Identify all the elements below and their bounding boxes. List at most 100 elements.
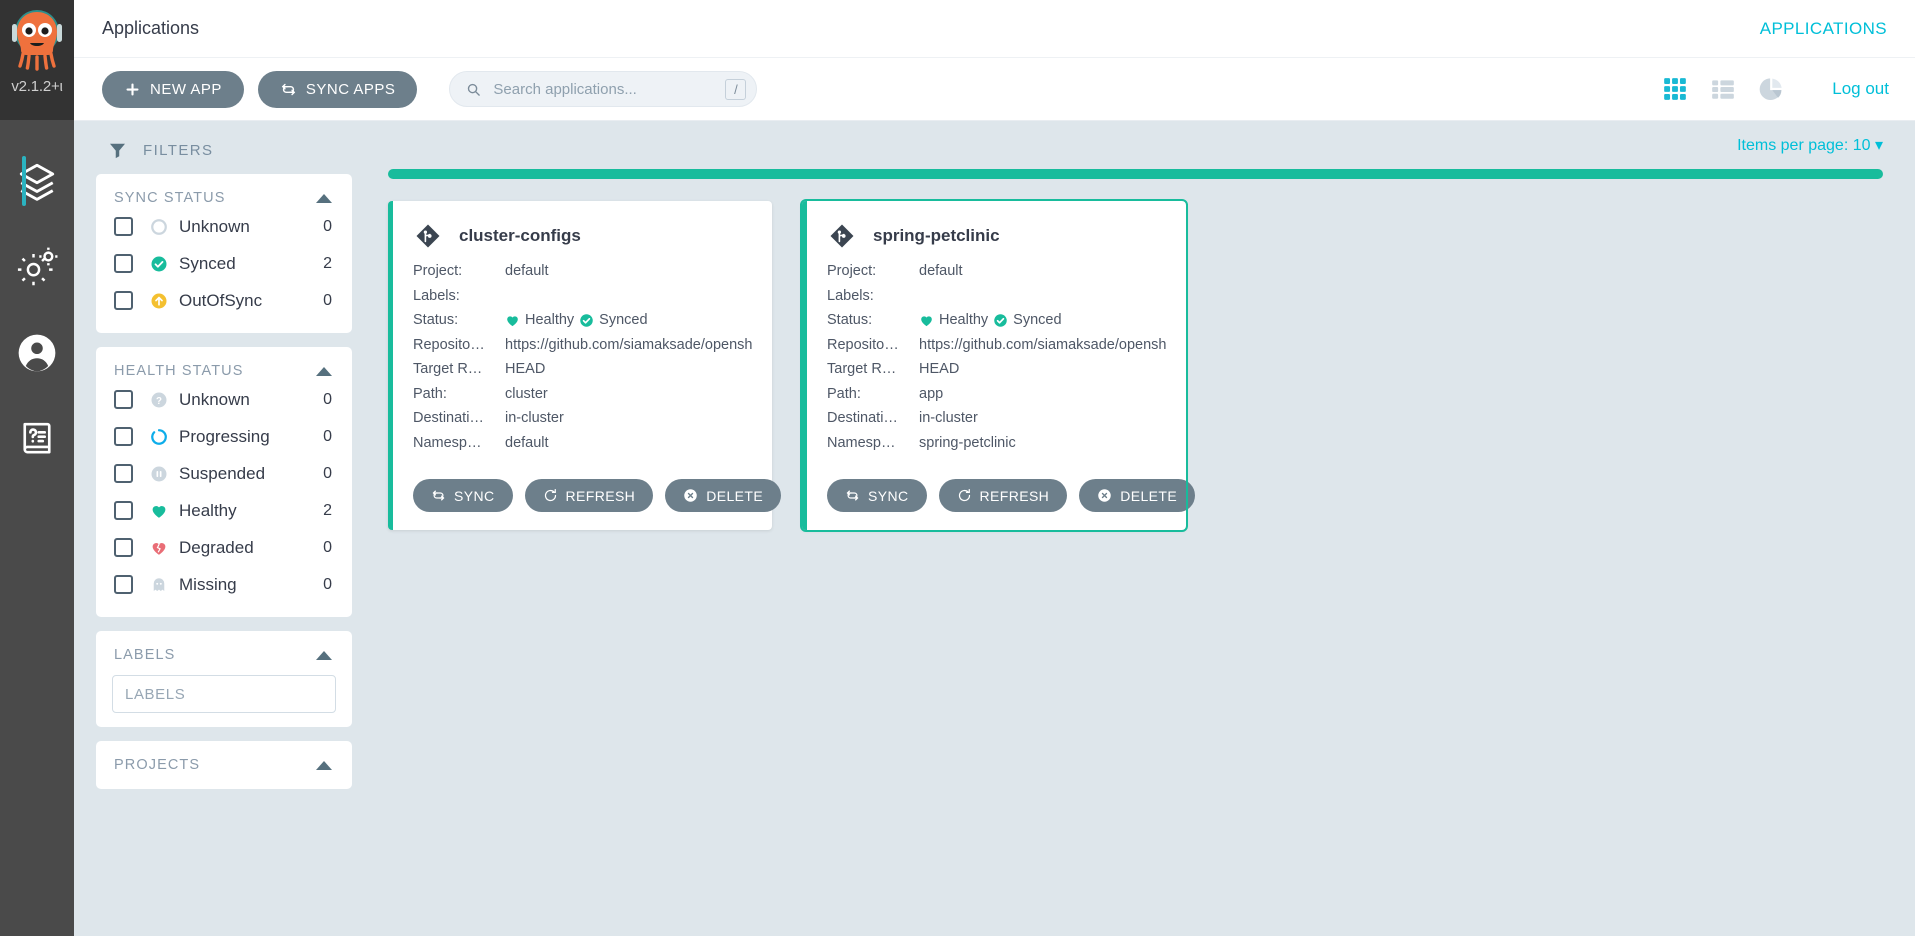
- new-app-button[interactable]: NEW APP: [102, 71, 244, 108]
- filter-row-health-healthy[interactable]: Healthy 2: [112, 492, 336, 529]
- topbar: Applications APPLICATIONS: [74, 0, 1915, 58]
- filter-count: 2: [323, 502, 336, 520]
- list-view-button[interactable]: [1710, 76, 1736, 102]
- filter-row-health-missing[interactable]: Missing 0: [112, 566, 336, 603]
- filter-count: 0: [323, 576, 336, 594]
- card-header: cluster-configs: [413, 219, 752, 259]
- health-status-header: HEALTH STATUS: [112, 361, 336, 381]
- key-target-revision: Target R…: [413, 361, 505, 377]
- key-path: Path:: [413, 386, 505, 402]
- card-row-status: Status: Healthy Synced: [827, 308, 1166, 333]
- value-namespace: spring-petclinic: [919, 435, 1016, 451]
- filter-row-sync-synced[interactable]: Synced 2: [112, 245, 336, 282]
- card-row-destination: Destinati… in-cluster: [827, 406, 1166, 431]
- nav-item-settings[interactable]: [0, 224, 74, 310]
- plus-icon: [124, 81, 141, 98]
- logout-link[interactable]: Log out: [1832, 79, 1889, 99]
- tiles-view-button[interactable]: [1662, 76, 1688, 102]
- value-repository: https://github.com/siamaksade/openshif…: [505, 337, 752, 353]
- search-box[interactable]: /: [449, 71, 757, 107]
- card-row-status: Status: Healthy Synced: [413, 308, 752, 333]
- applications-content: Items per page: 10 ▾ clus: [374, 121, 1915, 936]
- filter-row-sync-unknown[interactable]: Unknown 0: [112, 208, 336, 245]
- filter-row-health-degraded[interactable]: Degraded 0: [112, 529, 336, 566]
- left-navbar: v2.1.2+ι: [0, 0, 74, 936]
- checkbox-health-suspended[interactable]: [114, 464, 133, 483]
- labels-filter-card: LABELS: [96, 631, 352, 727]
- checkbox-health-missing[interactable]: [114, 575, 133, 594]
- key-status: Status:: [827, 312, 919, 328]
- projects-header: PROJECTS: [112, 755, 336, 775]
- sync-status-collapse-toggle[interactable]: [316, 194, 332, 203]
- delete-button-label: DELETE: [706, 488, 763, 504]
- circle-spinner-blue-icon: [150, 428, 168, 446]
- sync-apps-button[interactable]: SYNC APPS: [258, 71, 418, 108]
- refresh-button[interactable]: REFRESH: [525, 479, 654, 512]
- sync-apps-label: SYNC APPS: [306, 81, 396, 98]
- filter-row-health-suspended[interactable]: Suspended 0: [112, 455, 336, 492]
- sync-button-label: SYNC: [454, 488, 495, 504]
- version-label: v2.1.2+ι: [0, 78, 74, 95]
- health-progress-strip: [388, 169, 1883, 179]
- projects-title: PROJECTS: [114, 757, 200, 773]
- delete-button[interactable]: DELETE: [665, 479, 781, 512]
- checkbox-health-healthy[interactable]: [114, 501, 133, 520]
- card-row-repository: Reposito… https://github.com/siamaksade/…: [413, 333, 752, 358]
- application-card[interactable]: spring-petclinic Project: default Labels…: [802, 201, 1186, 530]
- checkbox-sync-unknown[interactable]: [114, 217, 133, 236]
- filters-title: FILTERS: [143, 142, 213, 159]
- filter-count: 0: [323, 539, 336, 557]
- chevron-down-icon: ▾: [1875, 137, 1883, 154]
- key-namespace: Namesp…: [827, 435, 919, 451]
- delete-circle-icon: [1097, 488, 1112, 503]
- key-labels: Labels:: [827, 288, 919, 304]
- sync-button[interactable]: SYNC: [827, 479, 927, 512]
- nav-item-user-info[interactable]: [0, 310, 74, 396]
- labels-input[interactable]: [112, 675, 336, 713]
- checkbox-sync-synced[interactable]: [114, 254, 133, 273]
- checkbox-sync-outofsync[interactable]: [114, 291, 133, 310]
- filter-count: 0: [323, 428, 336, 446]
- delete-button[interactable]: DELETE: [1079, 479, 1195, 512]
- projects-collapse-toggle[interactable]: [316, 761, 332, 770]
- logo-block[interactable]: v2.1.2+ι: [0, 0, 74, 120]
- checkbox-health-unknown[interactable]: [114, 390, 133, 409]
- value-path: app: [919, 386, 943, 402]
- toolbar: NEW APP SYNC APPS /: [74, 58, 1915, 121]
- card-header: spring-petclinic: [827, 219, 1166, 259]
- application-card[interactable]: cluster-configs Project: default Labels:…: [388, 201, 772, 530]
- nav-items: [0, 138, 74, 482]
- grid-tiles-icon: [1662, 76, 1688, 102]
- search-input[interactable]: [481, 81, 725, 98]
- application-cards: cluster-configs Project: default Labels:…: [382, 179, 1889, 530]
- argo-octopus-logo: [6, 4, 68, 76]
- checkbox-health-progressing[interactable]: [114, 427, 133, 446]
- card-row-repository: Reposito… https://github.com/siamaksade/…: [827, 333, 1166, 358]
- pause-circle-gray-icon: [150, 465, 168, 483]
- refresh-button[interactable]: REFRESH: [939, 479, 1068, 512]
- git-repo-icon: [415, 223, 441, 249]
- checkbox-health-degraded[interactable]: [114, 538, 133, 557]
- labels-collapse-toggle[interactable]: [316, 651, 332, 660]
- sync-button[interactable]: SYNC: [413, 479, 513, 512]
- delete-circle-icon: [683, 488, 698, 503]
- filter-row-sync-outofsync[interactable]: OutOfSync 0: [112, 282, 336, 319]
- breadcrumb-applications[interactable]: APPLICATIONS: [1760, 19, 1887, 39]
- health-status-collapse-toggle[interactable]: [316, 367, 332, 376]
- nav-item-documentation[interactable]: [0, 396, 74, 482]
- nav-item-applications[interactable]: [0, 138, 74, 224]
- items-per-page-selector[interactable]: Items per page: 10 ▾: [382, 121, 1889, 155]
- question-circle-gray-icon: ?: [150, 391, 168, 409]
- filters-header: FILTERS: [96, 135, 352, 174]
- git-repo-icon: [829, 223, 855, 249]
- summary-pie-view-button[interactable]: [1758, 76, 1784, 102]
- card-row-project: Project: default: [413, 259, 752, 284]
- search-icon: [466, 82, 481, 97]
- list-icon: [1710, 76, 1736, 102]
- filter-row-health-unknown[interactable]: ? Unknown 0: [112, 381, 336, 418]
- refresh-icon: [957, 488, 972, 503]
- filter-row-health-progressing[interactable]: Progressing 0: [112, 418, 336, 455]
- filter-count: 0: [323, 218, 336, 236]
- health-status-title: HEALTH STATUS: [114, 363, 244, 379]
- main-area: Applications APPLICATIONS NEW APP SYNC A…: [74, 0, 1915, 936]
